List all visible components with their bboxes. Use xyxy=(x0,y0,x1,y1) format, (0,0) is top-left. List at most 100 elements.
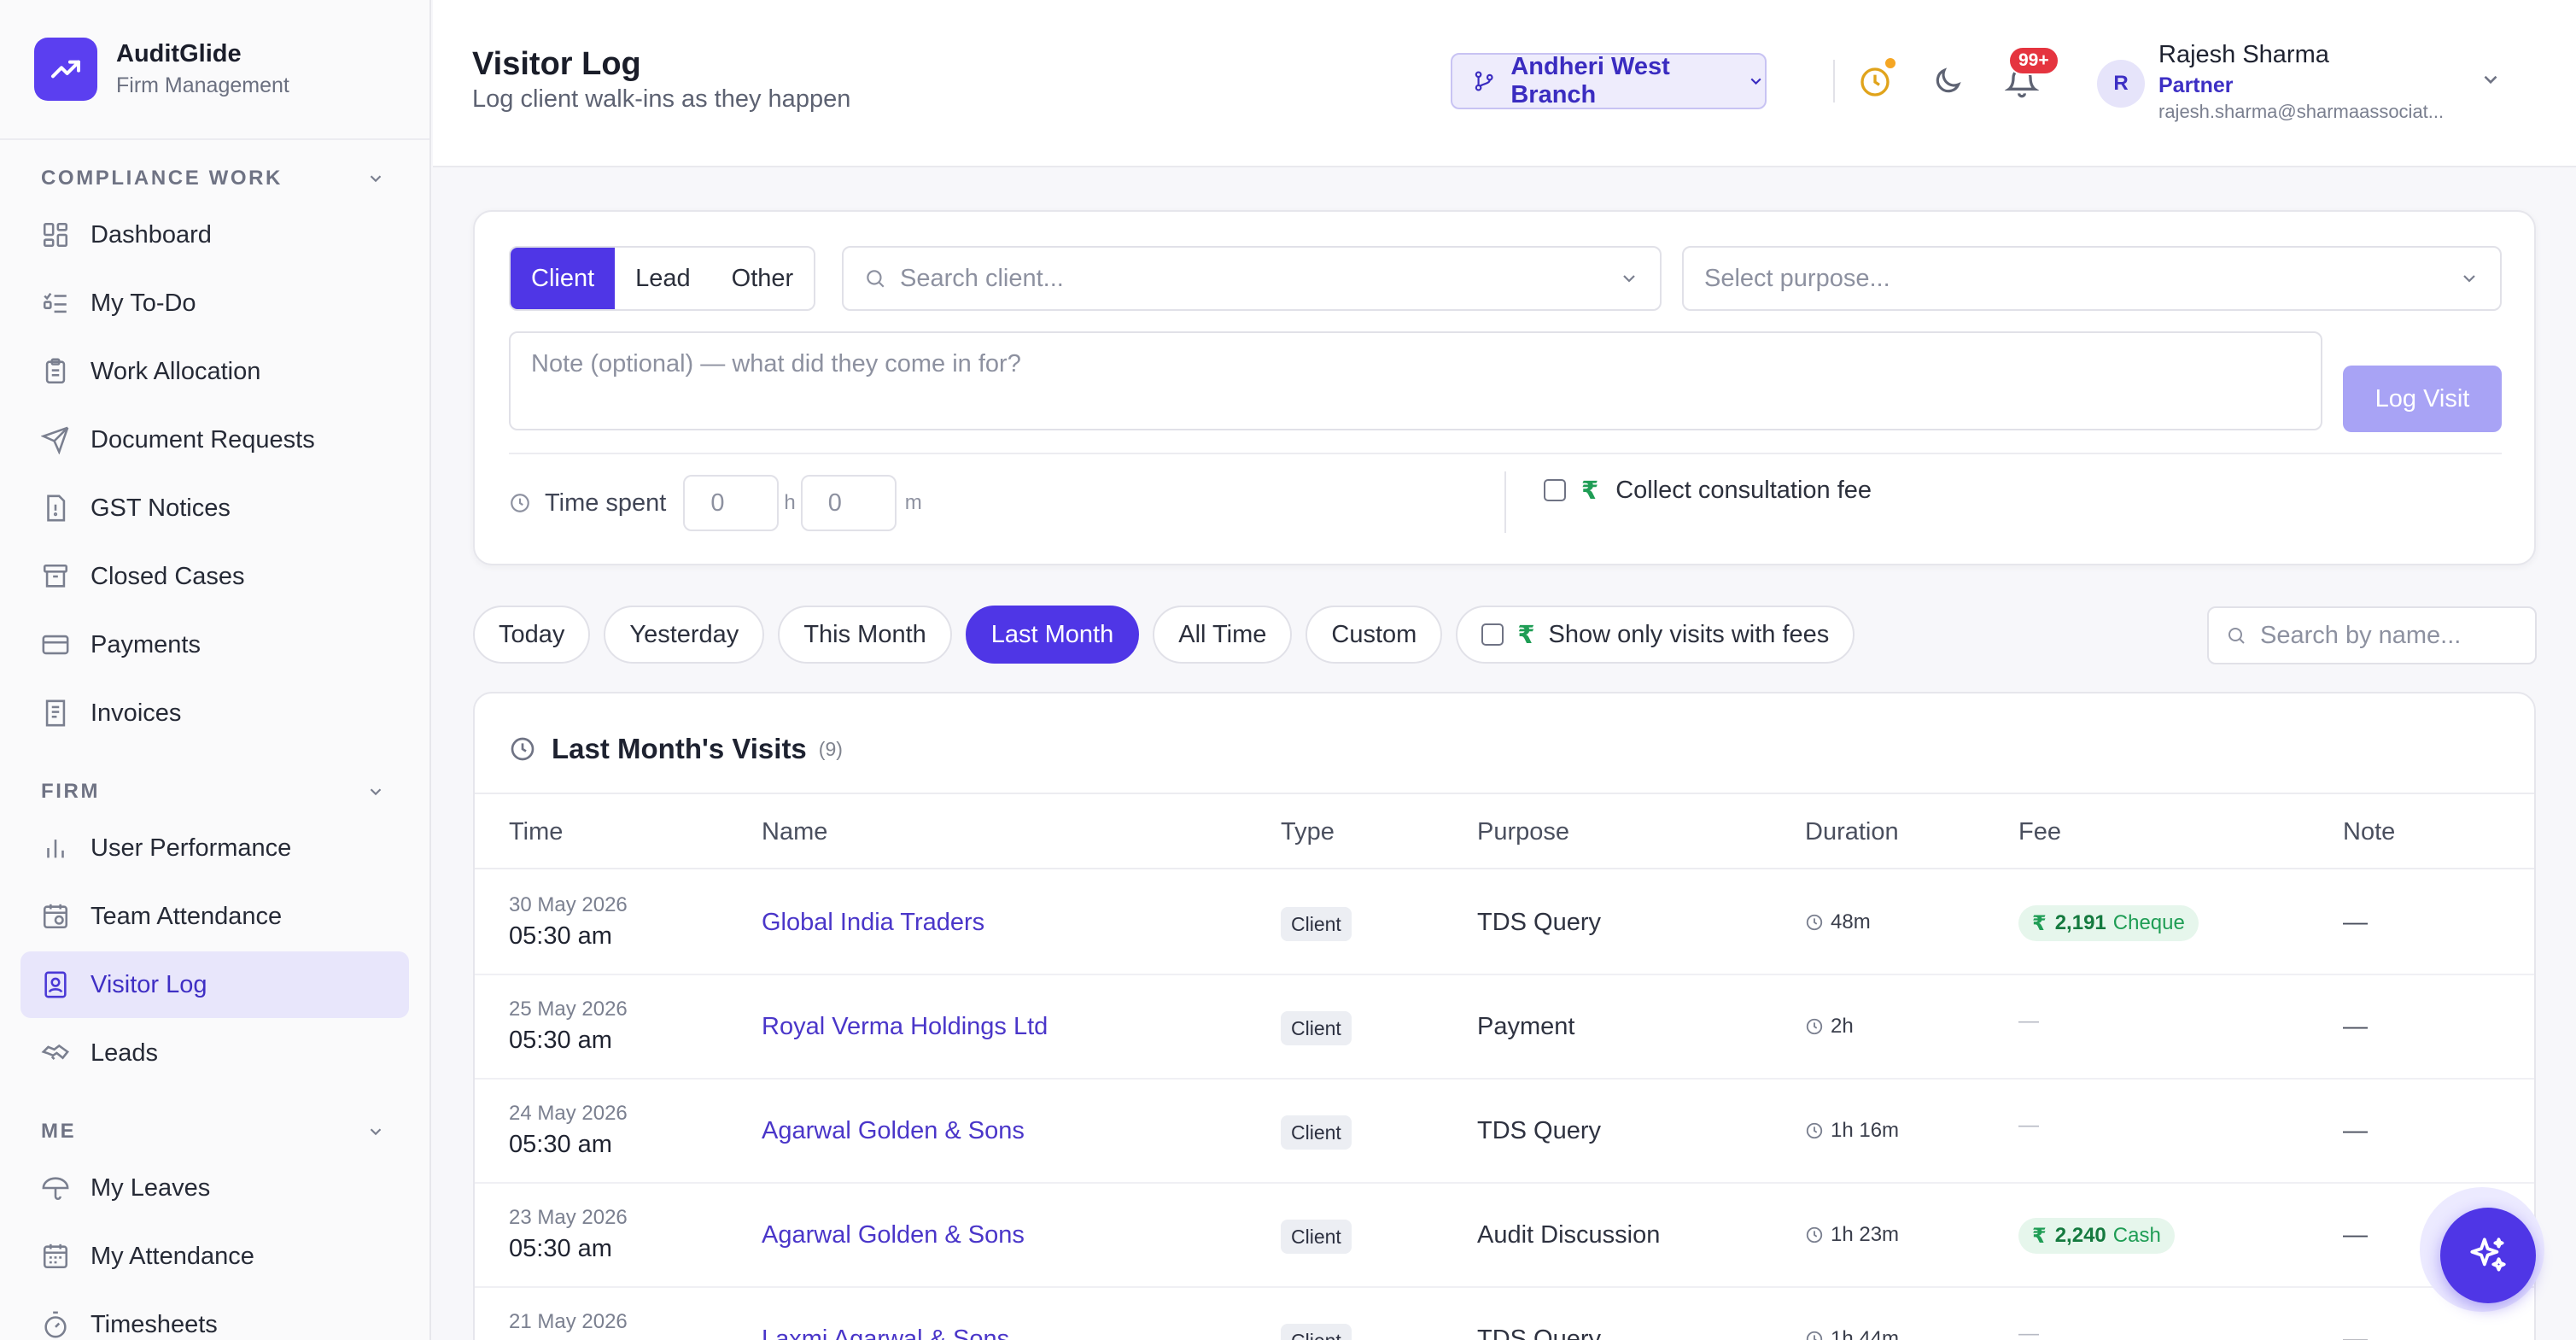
clock-icon xyxy=(1806,1122,1823,1139)
log-visit-button[interactable]: Log Visit xyxy=(2343,366,2502,432)
branch-selector[interactable]: Andheri West Branch xyxy=(1451,53,1767,109)
type-client-button[interactable]: Client xyxy=(511,248,616,309)
type-cell: Client xyxy=(1281,1220,1352,1254)
ai-assistant-button[interactable] xyxy=(2440,1208,2536,1303)
type-badge: Client xyxy=(1281,1220,1352,1254)
filter-yesterday[interactable]: Yesterday xyxy=(604,606,765,664)
page-title: Visitor Log xyxy=(472,46,641,82)
sidebar-item-timesheets[interactable]: Timesheets xyxy=(20,1291,409,1340)
sidebar-item-leads[interactable]: Leads xyxy=(20,1020,409,1086)
header-divider xyxy=(1833,60,1835,102)
type-cell: Client xyxy=(1281,1115,1352,1150)
visit-time: 05:30 am xyxy=(509,1131,612,1158)
sidebar: AuditGlide Firm Management COMPLIANCE WO… xyxy=(0,0,431,1340)
chevron-down-icon xyxy=(370,788,382,796)
timer-button[interactable] xyxy=(1437,63,1471,97)
section-title: COMPLIANCE WORK xyxy=(41,167,283,190)
sidebar-item-invoices[interactable]: Invoices xyxy=(20,680,409,746)
sidebar-item-work-allocation[interactable]: Work Allocation xyxy=(20,338,409,405)
sidebar-item-my-attendance[interactable]: My Attendance xyxy=(20,1223,409,1290)
column-header-note[interactable]: Note xyxy=(2343,818,2395,846)
table-header-row: Time Name Type Purpose Duration Fee Note xyxy=(475,793,2534,869)
purpose-cell: Audit Discussion xyxy=(1477,1221,1661,1249)
table-row[interactable]: 21 May 202605:30 am Laxmi Agarwal & Sons C… xyxy=(475,1288,2534,1340)
table-row[interactable]: 24 May 2026 05:30 am Agarwal Golden & Sons… xyxy=(475,1080,2534,1184)
duration-cell: 1h 44m xyxy=(1805,1327,1899,1340)
fee-chip: ₹2,191 Cheque xyxy=(2018,905,2199,941)
sidebar-item-gst-notices[interactable]: GST Notices xyxy=(20,475,409,541)
brand-header[interactable]: AuditGlide Firm Management xyxy=(0,0,429,140)
table-row[interactable]: 25 May 2026 05:30 am Royal Verma Holdings … xyxy=(475,975,2534,1080)
visitor-type-toggle: Client Lead Other xyxy=(509,246,816,311)
no-fee-dash: — xyxy=(2018,1114,2039,1137)
type-cell: Client xyxy=(1281,1324,1352,1340)
sidebar-item-my-leaves[interactable]: My Leaves xyxy=(20,1155,409,1221)
fee-cell: — xyxy=(2018,1114,2039,1138)
visits-table-title: Last Month's Visits (9) xyxy=(509,728,843,770)
sidebar-item-my-to-do[interactable]: My To-Do xyxy=(20,270,409,336)
visitor-name-link[interactable]: Agarwal Golden & Sons xyxy=(762,1221,1025,1249)
filter-last-month[interactable]: Last Month xyxy=(965,606,1140,664)
send-icon xyxy=(41,426,69,454)
name-search-input[interactable]: Search by name... xyxy=(2207,606,2537,664)
section-toggle-me[interactable]: ME xyxy=(0,1117,429,1146)
chevron-down-icon[interactable] xyxy=(2480,68,2502,91)
bar-chart-icon xyxy=(47,840,64,858)
visit-time: 05:30 am xyxy=(509,1027,612,1054)
sidebar-item-label: Document Requests xyxy=(91,425,315,453)
column-header-type[interactable]: Type xyxy=(1281,818,1335,846)
user-role: Partner xyxy=(2158,73,2234,97)
type-other-button[interactable]: Other xyxy=(711,248,815,309)
fees-only-toggle[interactable]: ₹ Show only visits with fees xyxy=(1456,606,1855,664)
collect-fee-checkbox[interactable] xyxy=(1544,479,1566,501)
avatar[interactable]: R xyxy=(2097,60,2145,108)
visitor-name-link[interactable]: Global India Traders xyxy=(762,909,984,937)
sidebar-item-label: Leads xyxy=(91,1039,159,1067)
moon-icon[interactable] xyxy=(1931,65,1964,97)
sidebar-item-visitor-log[interactable]: Visitor Log xyxy=(20,951,409,1018)
client-search-select[interactable]: Search client... xyxy=(842,246,1662,311)
purpose-select[interactable]: Select purpose... xyxy=(1682,246,2502,311)
form-divider xyxy=(509,453,2502,454)
sidebar-item-closed-cases[interactable]: Closed Cases xyxy=(20,543,409,610)
table-row[interactable]: 30 May 2026 05:30 am Global India Traders C… xyxy=(475,871,2534,975)
column-header-duration[interactable]: Duration xyxy=(1805,818,1899,846)
section-toggle-firm[interactable]: FIRM xyxy=(0,777,429,806)
column-header-name[interactable]: Name xyxy=(762,818,827,846)
fees-only-checkbox[interactable] xyxy=(1481,623,1504,646)
column-header-purpose[interactable]: Purpose xyxy=(1477,818,1569,846)
sidebar-item-document-requests[interactable]: Document Requests xyxy=(20,407,409,473)
note-cell: — xyxy=(2343,1117,2368,1144)
type-lead-button[interactable]: Lead xyxy=(615,248,711,309)
duration-value: 2h xyxy=(1831,1015,1854,1038)
note-input[interactable]: Note (optional) — what did they come in … xyxy=(509,331,2322,430)
column-header-fee[interactable]: Fee xyxy=(2018,818,2061,846)
filter-custom[interactable]: Custom xyxy=(1306,606,1443,664)
visitor-name-link[interactable]: Laxmi Agarwal & Sons xyxy=(762,1325,1009,1340)
filter-today[interactable]: Today xyxy=(473,606,591,664)
contact-book-icon xyxy=(44,971,67,998)
section-toggle-compliance-work[interactable]: COMPLIANCE WORK xyxy=(0,164,429,193)
visitor-name-link[interactable]: Agarwal Golden & Sons xyxy=(762,1117,1025,1145)
visitor-name-link[interactable]: Royal Verma Holdings Ltd xyxy=(762,1013,1048,1041)
sidebar-item-payments[interactable]: Payments xyxy=(20,611,409,678)
fee-cell: — xyxy=(2018,1322,2039,1340)
column-header-time[interactable]: Time xyxy=(509,818,563,846)
minutes-input[interactable]: 0 xyxy=(800,475,897,531)
sidebar-item-dashboard[interactable]: Dashboard xyxy=(20,202,409,268)
dashboard-grid-icon xyxy=(43,222,68,248)
hours-input[interactable]: 0 xyxy=(683,475,780,531)
table-row[interactable]: 23 May 2026 05:30 am Agarwal Golden & Sons… xyxy=(475,1184,2534,1288)
clock-timer-icon[interactable] xyxy=(1858,65,1892,99)
sidebar-item-label: Dashboard xyxy=(91,220,212,249)
user-email: rajesh.sharma@sharmaassociat... xyxy=(2158,101,2445,122)
chevron-down-icon xyxy=(370,175,382,183)
filter-this-month[interactable]: This Month xyxy=(778,606,952,664)
fee-chip: ₹2,240 Cash xyxy=(2018,1218,2175,1254)
purpose-cell: TDS Query xyxy=(1477,1325,1602,1340)
sidebar-item-user-performance[interactable]: User Performance xyxy=(20,815,409,881)
sidebar-item-team-attendance[interactable]: Team Attendance xyxy=(20,883,409,950)
visit-time-cell: 21 May 202605:30 am xyxy=(509,1310,628,1340)
fee-cell: — xyxy=(2018,1009,2039,1033)
filter-all-time[interactable]: All Time xyxy=(1153,606,1293,664)
